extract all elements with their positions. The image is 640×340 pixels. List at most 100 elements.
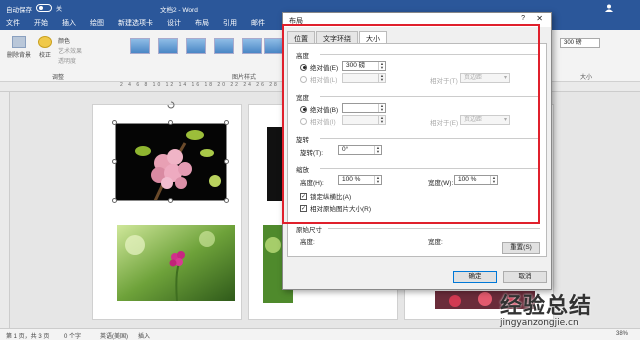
resize-handle[interactable] xyxy=(224,120,229,125)
size-panel: 高度 绝对值(E) 300 磅 ▲ ▼ 相对值(L) ▲ ▼ 相对于(T) 页边距 … xyxy=(287,43,547,257)
width-absolute-input[interactable]: ▲ ▼ xyxy=(342,103,386,113)
picture-style-2[interactable] xyxy=(158,38,178,54)
spinner-arrows-icon[interactable]: ▲ ▼ xyxy=(374,146,381,154)
relative-original-size-option[interactable]: ✓ 相对原始图片大小(R) xyxy=(300,203,371,213)
height-relative-label: 相对值(L) xyxy=(310,77,338,84)
cancel-button[interactable]: 取消 xyxy=(503,271,547,283)
rotate-input[interactable]: 0° ▲ ▼ xyxy=(338,145,382,155)
picture-style-4[interactable] xyxy=(214,38,234,54)
height-relative-to-label: 相对于(T) xyxy=(430,78,458,85)
resize-handle[interactable] xyxy=(112,120,117,125)
divider xyxy=(320,54,540,55)
spinner-arrows-icon[interactable]: ▲ ▼ xyxy=(490,176,497,184)
lock-aspect-ratio-option[interactable]: ✓ 锁定纵横比(A) xyxy=(300,191,351,201)
picture-style-5[interactable] xyxy=(242,38,262,54)
status-language[interactable]: 英语(美国) xyxy=(100,331,128,340)
scale-width-label: 宽度(W): xyxy=(428,180,454,187)
checkbox-checked[interactable]: ✓ xyxy=(300,192,307,200)
size-group-label: 大小 xyxy=(580,75,593,81)
remove-background-button[interactable]: 删除背景 xyxy=(6,36,32,59)
original-height-label: 高度: xyxy=(300,239,315,246)
resize-handle[interactable] xyxy=(224,159,229,164)
lock-aspect-ratio-label: 锁定纵横比(A) xyxy=(310,194,352,201)
close-icon[interactable]: ✕ xyxy=(536,14,543,23)
height-input[interactable]: 300 磅 xyxy=(560,38,600,48)
tab-home[interactable]: 开始 xyxy=(34,18,48,28)
tab-insert[interactable]: 插入 xyxy=(62,18,76,28)
page-1[interactable] xyxy=(92,101,242,320)
spinner-arrows-icon[interactable]: ▲ ▼ xyxy=(374,176,381,184)
picture-styles-group-label: 图片样式 xyxy=(232,75,257,81)
width-relative-to-select[interactable]: 页边距 ▾ xyxy=(460,115,510,125)
status-mode[interactable]: 插入 xyxy=(138,331,150,340)
spinner-arrows-icon[interactable]: ▲ ▼ xyxy=(378,104,385,112)
picture-style-3[interactable] xyxy=(186,38,206,54)
tab-draw[interactable]: 绘图 xyxy=(90,18,104,28)
tab-new[interactable]: 新建选项卡 xyxy=(118,18,153,28)
color-label: 颜色 xyxy=(58,39,71,45)
scale-width-value: 100 % xyxy=(458,176,477,183)
corrections-button[interactable]: 校正 xyxy=(36,36,54,59)
radio-button[interactable] xyxy=(300,63,307,71)
user-icon[interactable] xyxy=(604,3,614,13)
height-relative-to-value: 页边距 xyxy=(464,75,483,81)
help-icon[interactable]: ? xyxy=(521,15,525,22)
reset-button[interactable]: 重置(S) xyxy=(502,242,540,254)
spinner-arrows-icon[interactable]: ▲ ▼ xyxy=(378,62,385,70)
scale-height-input[interactable]: 100 % ▲ ▼ xyxy=(338,175,382,185)
height-absolute-option[interactable]: 绝对值(E) xyxy=(300,62,338,72)
width-relative-label: 相对值(I) xyxy=(310,119,336,126)
checkbox-checked[interactable]: ✓ xyxy=(300,204,307,212)
scale-width-input[interactable]: 100 % ▲ ▼ xyxy=(454,175,498,185)
resize-handle[interactable] xyxy=(168,198,173,203)
watermark-title: 经验总结 xyxy=(500,293,593,319)
adjust-group-label: 调整 xyxy=(52,75,65,81)
tab-design[interactable]: 设计 xyxy=(167,18,181,28)
width-relative-input[interactable]: ▲ ▼ xyxy=(342,115,386,125)
resize-handle[interactable] xyxy=(112,159,117,164)
height-relative-option[interactable]: 相对值(L) xyxy=(300,74,337,84)
resize-handle[interactable] xyxy=(112,198,117,203)
relative-original-size-label: 相对原始图片大小(R) xyxy=(310,206,372,213)
zoom-level[interactable]: 38% xyxy=(616,331,628,337)
height-absolute-value: 300 磅 xyxy=(346,62,366,69)
status-words[interactable]: 0 个字 xyxy=(64,331,81,340)
autosave-toggle[interactable]: 关 xyxy=(36,4,62,13)
status-page[interactable]: 第 1 页，共 3 页 xyxy=(6,331,49,340)
radio-button[interactable] xyxy=(300,75,307,83)
rotate-label: 旋转(T): xyxy=(300,150,324,157)
artistic-label: 艺术效果 xyxy=(58,49,83,55)
flower-photo-2[interactable] xyxy=(117,225,235,301)
original-size-section-title: 原始尺寸 xyxy=(296,227,322,234)
radio-button[interactable] xyxy=(300,117,307,125)
vertical-ruler[interactable] xyxy=(0,92,10,328)
width-absolute-option[interactable]: 绝对值(B) xyxy=(300,104,338,114)
tab-mailings[interactable]: 邮件 xyxy=(251,18,265,28)
resize-handle[interactable] xyxy=(224,198,229,203)
resize-handle[interactable] xyxy=(168,120,173,125)
ok-button[interactable]: 确定 xyxy=(453,271,497,283)
spinner-arrows-icon[interactable]: ▲ ▼ xyxy=(378,116,385,124)
color-button[interactable]: 颜色 xyxy=(58,36,70,45)
divider xyxy=(320,138,540,139)
picture-style-1[interactable] xyxy=(130,38,150,54)
rotate-handle-icon[interactable] xyxy=(167,101,175,109)
width-relative-option[interactable]: 相对值(I) xyxy=(300,116,336,126)
artistic-effects-button[interactable]: 艺术效果 xyxy=(58,46,82,55)
height-absolute-input[interactable]: 300 磅 ▲ ▼ xyxy=(342,61,386,71)
tab-references[interactable]: 引用 xyxy=(223,18,237,28)
remove-background-label: 删除背景 xyxy=(6,53,31,59)
radio-button[interactable] xyxy=(300,105,307,113)
corrections-label: 校正 xyxy=(38,53,51,59)
rotate-section-title: 旋转 xyxy=(296,137,309,144)
original-width-label: 宽度: xyxy=(428,239,443,246)
transparency-button[interactable]: 透明度 xyxy=(58,56,76,65)
height-relative-to-select[interactable]: 页边距 ▾ xyxy=(460,73,510,83)
height-relative-input[interactable]: ▲ ▼ xyxy=(342,73,386,83)
autosave-label: 自动保存 xyxy=(6,7,32,14)
spinner-arrows-icon[interactable]: ▲ ▼ xyxy=(378,74,385,82)
scale-height-value: 100 % xyxy=(342,176,361,183)
picture-style-6[interactable] xyxy=(264,38,284,54)
tab-layout[interactable]: 布局 xyxy=(195,18,209,28)
tab-file[interactable]: 文件 xyxy=(6,18,20,28)
